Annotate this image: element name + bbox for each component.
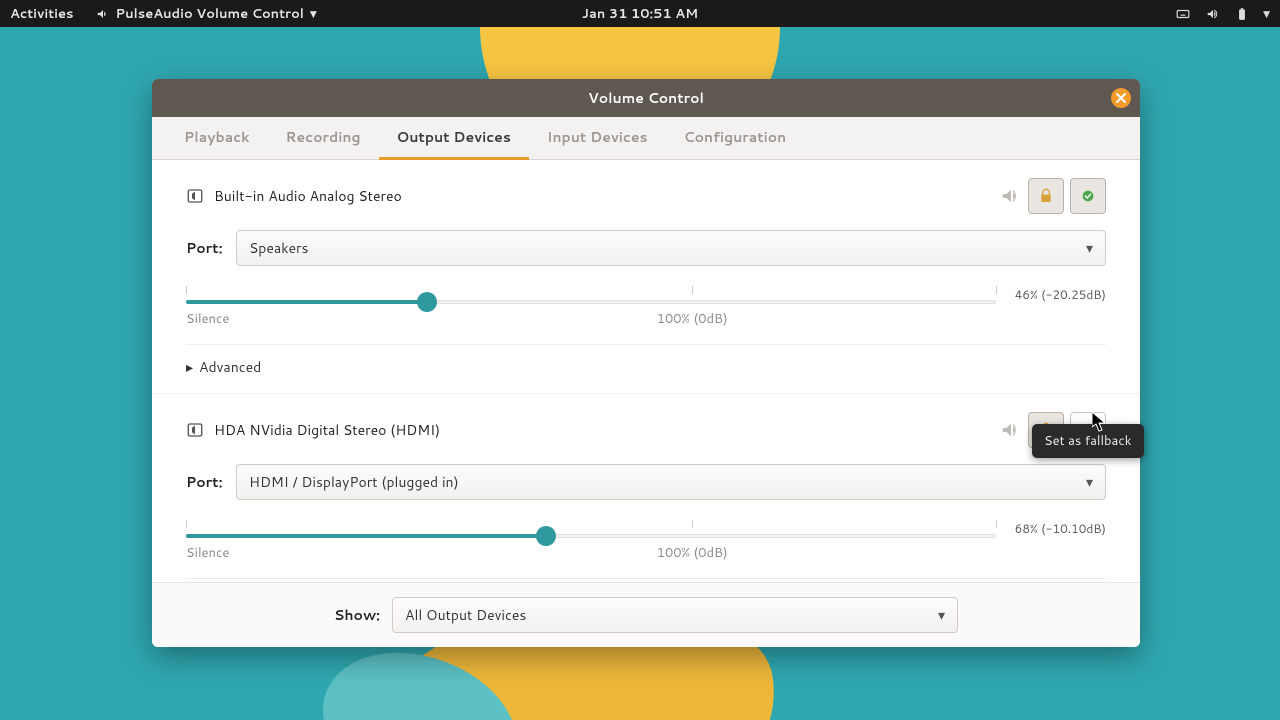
tab-input-devices[interactable]: Input Devices	[529, 117, 666, 159]
tab-configuration[interactable]: Configuration	[666, 117, 805, 159]
tab-playback[interactable]: Playback	[166, 117, 268, 159]
output-device-section: Built-in Audio Analog Stereo	[152, 160, 1140, 393]
top-bar: Activities PulseAudio Volume Control ▼ J…	[0, 0, 1280, 27]
app-menu[interactable]: PulseAudio Volume Control ▼	[96, 5, 317, 23]
tooltip: Set as fallback	[1032, 424, 1144, 458]
scale-silence-label: Silence	[186, 544, 229, 562]
activities-button[interactable]: Activities	[10, 5, 74, 23]
app-menu-label: PulseAudio Volume Control	[116, 5, 304, 23]
clock[interactable]: Jan 31 10:51 AM	[582, 5, 698, 23]
device-list: Built-in Audio Analog Stereo	[152, 160, 1140, 582]
chevron-down-icon: ▾	[1086, 238, 1093, 258]
volume-readout: 68% (-10.10dB)	[1014, 520, 1106, 537]
footer-bar: Show: All Output Devices ▾	[152, 582, 1140, 647]
advanced-expander[interactable]: ▸ Advanced	[186, 344, 1106, 393]
advanced-expander[interactable]: ▸ Advanced	[186, 578, 1106, 582]
lock-channels-button[interactable]	[1028, 178, 1064, 214]
audio-card-icon	[186, 187, 204, 205]
output-device-section: HDA NVidia Digital Stereo (HDMI)	[152, 393, 1140, 582]
port-dropdown[interactable]: Speakers ▾	[236, 230, 1106, 266]
port-value: Speakers	[249, 238, 308, 258]
system-menu-chevron-icon[interactable]: ▼	[1263, 7, 1270, 20]
volume-slider[interactable]	[186, 534, 996, 538]
window-title: Volume Control	[588, 88, 704, 108]
pavucontrol-app-icon	[96, 7, 110, 21]
volume-indicator-icon[interactable]	[1205, 7, 1221, 21]
volume-slider-thumb[interactable]	[536, 526, 556, 546]
scale-silence-label: Silence	[186, 310, 229, 328]
window-close-button[interactable]	[1111, 88, 1131, 108]
chevron-down-icon: ▼	[310, 7, 317, 20]
show-label: Show:	[334, 605, 380, 625]
expander-triangle-icon: ▸	[186, 357, 193, 377]
volume-control-window: Volume Control Playback Recording Output…	[152, 79, 1140, 647]
port-value: HDMI / DisplayPort (plugged in)	[249, 472, 459, 492]
show-filter-dropdown[interactable]: All Output Devices ▾	[392, 597, 958, 633]
port-label: Port:	[186, 472, 226, 492]
mute-button[interactable]	[1000, 419, 1022, 441]
audio-card-icon	[186, 421, 204, 439]
device-name: Built-in Audio Analog Stereo	[214, 186, 402, 206]
keyboard-indicator-icon[interactable]	[1175, 7, 1191, 21]
scale-100-label: 100% (0dB)	[657, 544, 728, 562]
desktop-wallpaper: Volume Control Playback Recording Output…	[0, 27, 1280, 720]
volume-slider-thumb[interactable]	[417, 292, 437, 312]
window-titlebar[interactable]: Volume Control	[152, 79, 1140, 117]
advanced-label: Advanced	[199, 357, 261, 377]
set-fallback-button[interactable]	[1070, 178, 1106, 214]
device-name: HDA NVidia Digital Stereo (HDMI)	[214, 420, 440, 440]
port-label: Port:	[186, 238, 226, 258]
volume-slider[interactable]	[186, 300, 996, 304]
chevron-down-icon: ▾	[1086, 472, 1093, 492]
volume-readout: 46% (-20.25dB)	[1014, 286, 1106, 303]
show-filter-value: All Output Devices	[405, 605, 526, 625]
scale-100-label: 100% (0dB)	[657, 310, 728, 328]
port-dropdown[interactable]: HDMI / DisplayPort (plugged in) ▾	[236, 464, 1106, 500]
battery-indicator-icon[interactable]	[1235, 7, 1249, 21]
chevron-down-icon: ▾	[938, 605, 945, 625]
tab-bar: Playback Recording Output Devices Input …	[152, 117, 1140, 160]
tab-recording[interactable]: Recording	[268, 117, 379, 159]
tab-output-devices[interactable]: Output Devices	[379, 117, 529, 160]
mute-button[interactable]	[1000, 185, 1022, 207]
